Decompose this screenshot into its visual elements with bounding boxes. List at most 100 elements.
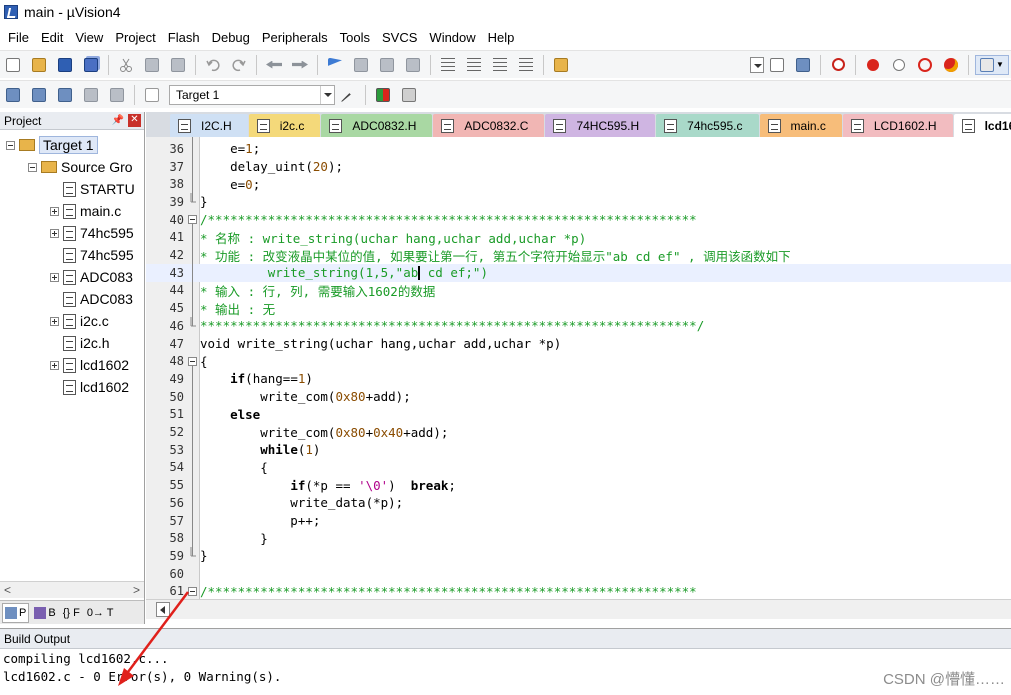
menu-help[interactable]: Help [482, 30, 521, 45]
tree-file-item[interactable]: 74hc595 [0, 222, 144, 244]
menu-svcs[interactable]: SVCS [376, 30, 423, 45]
undo-button[interactable] [202, 55, 224, 75]
pin-icon[interactable]: 📌 [112, 115, 124, 126]
tree-target[interactable]: Target 1 [0, 134, 144, 156]
file-tab[interactable]: 74hc595.c [656, 114, 759, 137]
menu-window[interactable]: Window [423, 30, 481, 45]
insert-breakpoint-button[interactable] [862, 55, 884, 75]
batch-build-button[interactable] [80, 85, 102, 105]
tree-file-item[interactable]: lcd1602 [0, 354, 144, 376]
unindent-button[interactable] [463, 55, 485, 75]
tree-file-item[interactable]: 74hc595 [0, 244, 144, 266]
stop-build-button[interactable] [106, 85, 128, 105]
code-text: else [230, 406, 261, 422]
tab-templates[interactable]: 0→ T [85, 603, 116, 623]
tab-functions[interactable]: {} F [61, 603, 82, 623]
start-debug-button[interactable] [827, 55, 849, 75]
expand-icon[interactable] [50, 316, 59, 326]
unindent-icon [467, 57, 481, 72]
scroll-left-icon[interactable] [156, 602, 170, 617]
new-file-button[interactable] [2, 55, 24, 75]
open-file-button[interactable] [28, 55, 50, 75]
build-button[interactable] [28, 85, 50, 105]
editor-horizontal-scrollbar[interactable] [146, 599, 1011, 619]
kill-all-breakpoints-button[interactable] [940, 55, 962, 75]
incremental-find-button[interactable] [766, 55, 788, 75]
find-in-files-button[interactable] [550, 55, 572, 75]
tree-file-item[interactable]: ADC083 [0, 288, 144, 310]
debug-session-button[interactable] [792, 55, 814, 75]
menu-edit[interactable]: Edit [35, 30, 69, 45]
expand-icon[interactable] [50, 228, 59, 238]
tree-group[interactable]: Source Gro [0, 156, 144, 178]
menu-flash[interactable]: Flash [162, 30, 206, 45]
rebuild-button[interactable] [54, 85, 76, 105]
collapse-icon[interactable] [6, 140, 15, 150]
code-text: /***************************************… [200, 212, 697, 228]
manage-components-button[interactable] [372, 85, 394, 105]
file-tab[interactable]: I2C.H [170, 114, 248, 137]
file-extensions-button[interactable] [398, 85, 420, 105]
prev-bookmark-button[interactable] [350, 55, 372, 75]
navigate-back-button[interactable] [263, 55, 285, 75]
collapse-icon[interactable] [28, 162, 37, 172]
uncomment-button[interactable] [515, 55, 537, 75]
file-tab[interactable]: LCD1602.H [842, 114, 953, 137]
next-bookmark-button[interactable] [376, 55, 398, 75]
translate-button[interactable] [2, 85, 24, 105]
menu-tools[interactable]: Tools [334, 30, 376, 45]
indent-button[interactable] [437, 55, 459, 75]
target-select[interactable]: Target 1 [169, 84, 335, 105]
save-all-button[interactable] [80, 55, 102, 75]
copy-button[interactable] [141, 55, 163, 75]
tab-books[interactable]: B [32, 603, 57, 623]
menu-peripherals[interactable]: Peripherals [256, 30, 334, 45]
file-tab[interactable]: ADC0832.H [321, 114, 433, 137]
expand-icon[interactable] [50, 206, 59, 216]
expand-icon[interactable] [50, 360, 59, 370]
tree-file-item[interactable]: main.c [0, 200, 144, 222]
file-tab[interactable]: 74HC595.H [545, 114, 656, 137]
cut-button[interactable] [115, 55, 137, 75]
scroll-left-icon[interactable]: < [4, 583, 11, 597]
code-editor[interactable]: 36 e=1; 37 delay_uint(20); 38 e=0; 39} 40/**… [146, 137, 1011, 599]
expand-icon[interactable] [50, 272, 59, 282]
enable-breakpoint-button[interactable] [888, 55, 910, 75]
paste-button[interactable] [167, 55, 189, 75]
comment-button[interactable] [489, 55, 511, 75]
redo-button[interactable] [228, 55, 250, 75]
close-icon[interactable]: ✕ [128, 114, 141, 127]
file-tab[interactable]: main.c [759, 114, 842, 137]
scroll-right-icon[interactable]: > [133, 583, 140, 597]
collapse-icon[interactable] [186, 356, 198, 366]
menu-view[interactable]: View [69, 30, 109, 45]
file-tab[interactable]: i2c.c [248, 114, 321, 137]
file-tab[interactable]: ADC0832.C [433, 114, 545, 137]
tree-file-item[interactable]: lcd1602 [0, 376, 144, 398]
navigate-forward-button[interactable] [289, 55, 311, 75]
save-button[interactable] [54, 55, 76, 75]
menu-project[interactable]: Project [109, 30, 161, 45]
toolbar-separator [968, 54, 969, 75]
collapse-icon[interactable] [186, 586, 198, 596]
tab-project[interactable]: P [2, 602, 30, 623]
collapse-icon[interactable] [186, 215, 198, 225]
tree-item-label: STARTU [80, 181, 135, 197]
target-options-button[interactable] [337, 85, 359, 105]
download-button[interactable] [141, 85, 163, 105]
find-dropdown[interactable] [750, 56, 764, 73]
file-tab[interactable]: lcd1602 [953, 114, 1011, 137]
tree-file-item[interactable]: STARTU [0, 178, 144, 200]
bookmark-button[interactable] [324, 55, 346, 75]
menu-file[interactable]: File [2, 30, 35, 45]
tree-file-item[interactable]: i2c.c [0, 310, 144, 332]
code-line: 55 if(*p == '\0') break; [146, 476, 1011, 494]
menu-debug[interactable]: Debug [206, 30, 256, 45]
clear-bookmarks-button[interactable] [402, 55, 424, 75]
tree-file-item[interactable]: ADC083 [0, 266, 144, 288]
disable-all-breakpoints-button[interactable] [914, 55, 936, 75]
tree-file-item[interactable]: i2c.h [0, 332, 144, 354]
line-number: 53 [169, 442, 184, 457]
project-panel-scrollbar[interactable]: < > [0, 581, 144, 598]
window-layout-button[interactable]: ▼ [975, 54, 1009, 75]
